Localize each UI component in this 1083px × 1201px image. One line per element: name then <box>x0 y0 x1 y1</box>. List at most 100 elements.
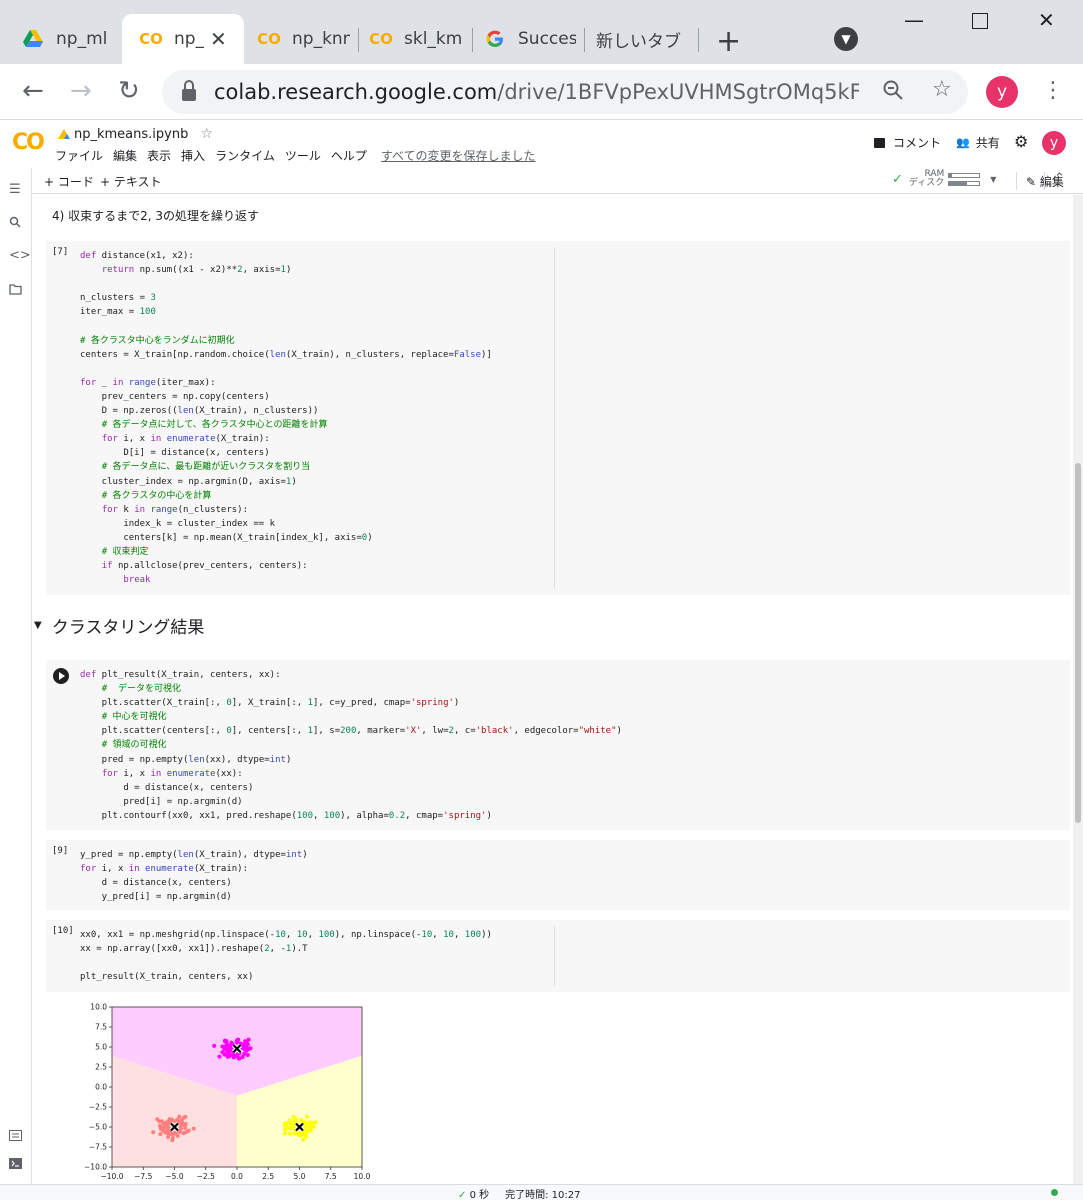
star-icon[interactable]: ☆ <box>200 126 213 142</box>
collapse-header-icon[interactable]: ⌃ <box>1054 171 1065 186</box>
caret-down-icon[interactable]: ▼ <box>34 620 42 631</box>
reload-icon[interactable]: ↻ <box>118 76 140 106</box>
status-completed: 完了時間: 10:27 <box>505 1190 581 1201</box>
browser-toolbar: ← → ↻ colab.research.google.com/drive/1B… <box>0 64 1083 120</box>
check-icon: ✓ <box>458 1190 467 1201</box>
minimize-icon[interactable]: — <box>904 8 924 32</box>
data-point <box>170 1135 175 1140</box>
code-cell[interactable]: def plt_result(X_train, centers, xx): # … <box>46 660 1070 830</box>
browser-tab[interactable]: Succes <box>472 14 582 64</box>
google-drive-icon <box>22 28 44 50</box>
data-point <box>291 1115 296 1120</box>
code-cell[interactable]: [9] y_pred = np.empty(len(X_train), dtyp… <box>46 840 1070 910</box>
menu-tools[interactable]: ツール <box>285 147 321 164</box>
section-heading[interactable]: ▼ クラスタリング結果 <box>34 613 204 638</box>
data-point <box>175 1133 180 1138</box>
data-point <box>158 1132 163 1137</box>
url-text: colab.research.google.com/drive/1BFVpPex… <box>214 80 859 104</box>
new-tab-icon[interactable]: + <box>716 24 741 59</box>
data-point <box>284 1121 289 1126</box>
code-editor[interactable]: def plt_result(X_train, centers, xx): # … <box>80 668 622 823</box>
forward-icon[interactable]: → <box>70 76 92 106</box>
search-icon[interactable] <box>9 216 21 232</box>
code-line: # 各クラスタ中心をランダムに初期化 <box>80 335 235 346</box>
menu-insert[interactable]: 挿入 <box>181 147 205 164</box>
code-line: pred = np.empty(len(xx), dtype=int) <box>80 754 292 765</box>
resource-monitor[interactable]: ✓ RAM ディスク ▼ <box>892 170 996 188</box>
close-window-icon[interactable]: ✕ <box>1038 8 1055 32</box>
y-tick-label: 5.0 <box>95 1043 107 1052</box>
y-tick-label: −5.0 <box>89 1123 107 1132</box>
comment-button[interactable]: コメント <box>874 134 941 151</box>
resource-dropdown-icon[interactable]: ▼ <box>990 175 996 184</box>
save-status[interactable]: すべての変更を保存しました <box>381 147 536 164</box>
colab-icon: CO <box>139 30 163 48</box>
status-bar: ✓ 0 秒 完了時間: 10:27 <box>0 1184 1083 1201</box>
code-line: xx0, xx1 = np.meshgrid(np.linspace(-10, … <box>80 930 492 940</box>
code-snippets-icon[interactable]: <> <box>9 248 31 263</box>
notebook-content: 4) 収束するまで2, 3の処理を繰り返す [7] def distance(x… <box>32 195 1072 1184</box>
browser-tab[interactable]: np_ml <box>0 14 122 64</box>
code-editor[interactable]: def distance(x1, x2): return np.sum((x1 … <box>80 249 492 587</box>
y-tick-label: 2.5 <box>95 1063 107 1072</box>
browser-tab[interactable]: 新しいタブ <box>584 14 698 64</box>
table-of-contents-icon[interactable]: ☰ <box>9 182 21 197</box>
browser-tab-strip: np_ml CO np_ ✕ CO np_knn CO skl_km Succe… <box>0 0 1083 64</box>
menu-edit[interactable]: 編集 <box>113 147 137 164</box>
code-editor[interactable]: y_pred = np.empty(len(X_train), dtype=in… <box>80 848 308 904</box>
zoom-icon[interactable] <box>882 79 904 107</box>
colab-icon: CO <box>369 30 393 48</box>
data-point <box>242 1047 247 1052</box>
data-point <box>191 1126 196 1131</box>
code-cell[interactable]: [10] xx0, xx1 = np.meshgrid(np.linspace(… <box>46 920 1070 992</box>
back-icon[interactable]: ← <box>22 76 44 106</box>
tab-search-icon[interactable]: ▼ <box>834 27 858 51</box>
folder-icon[interactable] <box>9 284 22 299</box>
x-tick-label: 5.0 <box>294 1172 306 1181</box>
vertical-scrollbar[interactable] <box>1073 195 1083 1184</box>
data-point <box>237 1056 242 1061</box>
code-line: if np.allclose(prev_centers, centers): <box>101 561 308 572</box>
code-editor[interactable]: xx0, xx1 = np.meshgrid(np.linspace(-10, … <box>80 928 492 984</box>
code-line: return np.sum((x1 - x2)**2, axis=1) <box>101 265 292 276</box>
y-tick-label: −10.0 <box>84 1163 107 1172</box>
cell-divider <box>554 926 555 986</box>
terminal-icon[interactable] <box>9 1158 22 1173</box>
people-icon: 👥 <box>956 136 970 149</box>
notebook-title[interactable]: np_kmeans.ipynb ☆ <box>58 126 213 142</box>
browser-tab-active[interactable]: CO np_ ✕ <box>122 14 244 64</box>
status-elapsed: ✓ 0 秒 <box>458 1190 490 1201</box>
maximize-icon[interactable] <box>972 13 988 29</box>
browser-tab[interactable]: CO skl_km <box>358 14 472 64</box>
data-point <box>305 1114 310 1119</box>
code-line: d = distance(x, centers) <box>80 782 254 793</box>
browser-tab[interactable]: CO np_knn <box>244 14 358 64</box>
scrollbar-thumb[interactable] <box>1075 463 1081 823</box>
menu-view[interactable]: 表示 <box>147 147 171 164</box>
data-point <box>151 1130 156 1135</box>
close-tab-icon[interactable]: ✕ <box>210 27 227 51</box>
menu-file[interactable]: ファイル <box>55 147 103 164</box>
settings-gear-icon[interactable]: ⚙ <box>1014 132 1028 151</box>
x-tick-label: 10.0 <box>354 1172 371 1181</box>
menu-help[interactable]: ヘルプ <box>331 147 367 164</box>
colab-toolbar: + コード + テキスト ✓ RAM ディスク ▼ ✎ 編集 ⌃ <box>32 168 1083 194</box>
bookmark-star-icon[interactable]: ☆ <box>932 77 952 102</box>
share-button[interactable]: 👥 共有 <box>956 134 1000 151</box>
browser-menu-icon[interactable]: ⋮ <box>1042 78 1064 103</box>
menu-runtime[interactable]: ランタイム <box>215 147 275 164</box>
command-palette-icon[interactable] <box>9 1130 22 1145</box>
add-code-button[interactable]: + コード <box>44 173 94 190</box>
add-text-button[interactable]: + テキスト <box>100 173 162 190</box>
y-tick-label: −7.5 <box>89 1143 107 1152</box>
code-cell[interactable]: [7] def distance(x1, x2): return np.sum(… <box>46 241 1070 595</box>
address-bar[interactable]: colab.research.google.com/drive/1BFVpPex… <box>162 70 968 114</box>
colab-avatar[interactable]: y <box>1042 131 1066 155</box>
run-cell-button[interactable] <box>53 668 69 684</box>
colab-logo[interactable]: CO <box>12 130 45 155</box>
profile-avatar[interactable]: y <box>986 76 1018 108</box>
data-point <box>174 1118 179 1123</box>
toolbar-divider <box>1016 172 1017 190</box>
data-point <box>220 1044 225 1049</box>
